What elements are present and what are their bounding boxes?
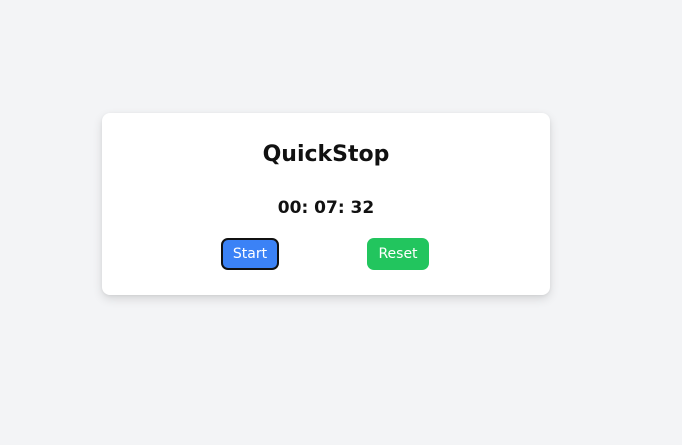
- app-title: QuickStop: [262, 142, 390, 167]
- start-button[interactable]: Start: [221, 238, 279, 270]
- stopwatch-card: QuickStop 00: 07: 32 Start Reset: [102, 113, 550, 295]
- reset-button[interactable]: Reset: [367, 238, 429, 270]
- timer-display: 00: 07: 32: [277, 198, 375, 218]
